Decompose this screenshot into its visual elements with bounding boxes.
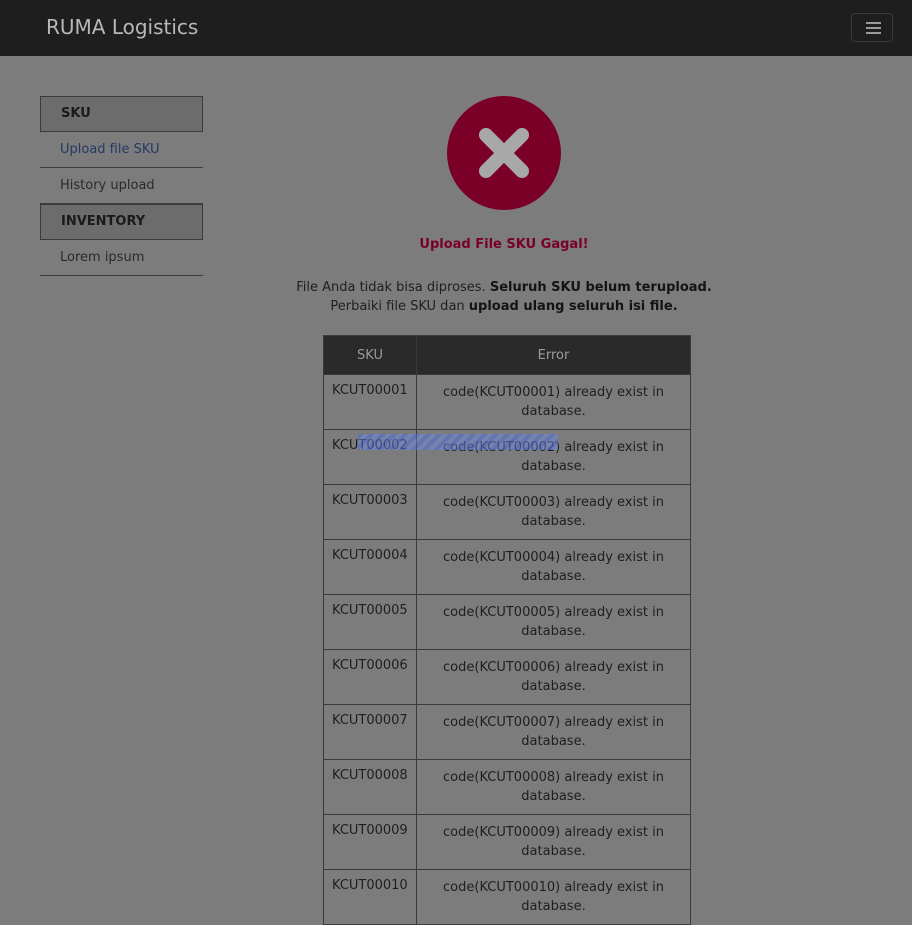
error-cell: code(KCUT00007) already exist in databas… bbox=[416, 704, 691, 760]
brand-logo[interactable]: RUMA Logistics bbox=[46, 15, 198, 39]
sidebar-item-history-upload[interactable]: History upload bbox=[40, 168, 203, 204]
table-row: KCUT00001 code(KCUT00001) already exist i… bbox=[323, 374, 691, 430]
message-text: File Anda tidak bisa diproses. bbox=[296, 280, 490, 295]
sku-cell: KCUT00009 bbox=[323, 814, 417, 870]
message-emphasis: Seluruh SKU belum terupload. bbox=[489, 280, 712, 295]
error-cell: code(KCUT00005) already exist in databas… bbox=[416, 594, 691, 650]
hamburger-menu-button[interactable] bbox=[851, 13, 893, 42]
table-row: KCUT00007 code(KCUT00007) already exist i… bbox=[323, 704, 691, 760]
message-line-1: File Anda tidak bisa diproses. Seluruh S… bbox=[0, 278, 912, 297]
page-title: Upload File SKU Gagal! bbox=[419, 237, 589, 252]
table-row: KCUT00009 code(KCUT00009) already exist i… bbox=[323, 814, 691, 870]
error-cell: code(KCUT00004) already exist in databas… bbox=[416, 539, 691, 595]
error-cell: code(KCUT00003) already exist in databas… bbox=[416, 484, 691, 540]
top-navbar: RUMA Logistics bbox=[0, 0, 912, 56]
table-row: KCUT00004 code(KCUT00004) already exist i… bbox=[323, 539, 691, 595]
error-cell: code(KCUT00008) already exist in databas… bbox=[416, 759, 691, 815]
error-cell: code(KCUT00006) already exist in databas… bbox=[416, 649, 691, 705]
table-row: KCUT00002 code(KCUT00002) already exist i… bbox=[323, 429, 691, 485]
sku-cell: KCUT00002 bbox=[323, 429, 417, 485]
table-row: KCUT00003 code(KCUT00003) already exist i… bbox=[323, 484, 691, 540]
error-cell: code(KCUT00009) already exist in databas… bbox=[416, 814, 691, 870]
error-cell: code(KCUT00010) already exist in databas… bbox=[416, 869, 691, 925]
table-row: KCUT00005 code(KCUT00005) already exist i… bbox=[323, 594, 691, 650]
message-text: Perbaiki file SKU dan bbox=[330, 299, 469, 314]
column-header-error: Error bbox=[416, 335, 691, 375]
table-row: KCUT00010 code(KCUT00010) already exist i… bbox=[323, 869, 691, 925]
column-header-sku: SKU bbox=[323, 335, 417, 375]
sidebar-heading-inventory: INVENTORY bbox=[40, 204, 203, 240]
message-line-2: Perbaiki file SKU dan upload ulang selur… bbox=[0, 297, 912, 316]
table-header-row: SKU Error bbox=[323, 335, 691, 375]
sku-cell: KCUT00007 bbox=[323, 704, 417, 760]
sidebar-item-upload-file-sku[interactable]: Upload file SKU bbox=[40, 132, 203, 168]
sku-cell: KCUT00001 bbox=[323, 374, 417, 430]
table-row: KCUT00008 code(KCUT00008) already exist i… bbox=[323, 759, 691, 815]
message-emphasis: upload ulang seluruh isi file. bbox=[468, 299, 678, 314]
close-circle-icon bbox=[447, 96, 561, 210]
sku-cell: KCUT00008 bbox=[323, 759, 417, 815]
sku-cell: KCUT00003 bbox=[323, 484, 417, 540]
error-cell: code(KCUT00002) already exist in databas… bbox=[416, 429, 691, 485]
error-message: File Anda tidak bisa diproses. Seluruh S… bbox=[0, 278, 912, 316]
sku-cell: KCUT00004 bbox=[323, 539, 417, 595]
error-table: SKU Error KCUT00001 code(KCUT00001) alrea… bbox=[323, 335, 691, 925]
table-row: KCUT00006 code(KCUT00006) already exist i… bbox=[323, 649, 691, 705]
sku-cell: KCUT00006 bbox=[323, 649, 417, 705]
sku-cell: KCUT00005 bbox=[323, 594, 417, 650]
sidebar-heading-sku: SKU bbox=[40, 96, 203, 132]
error-cell: code(KCUT00001) already exist in databas… bbox=[416, 374, 691, 430]
sku-cell: KCUT00010 bbox=[323, 869, 417, 925]
